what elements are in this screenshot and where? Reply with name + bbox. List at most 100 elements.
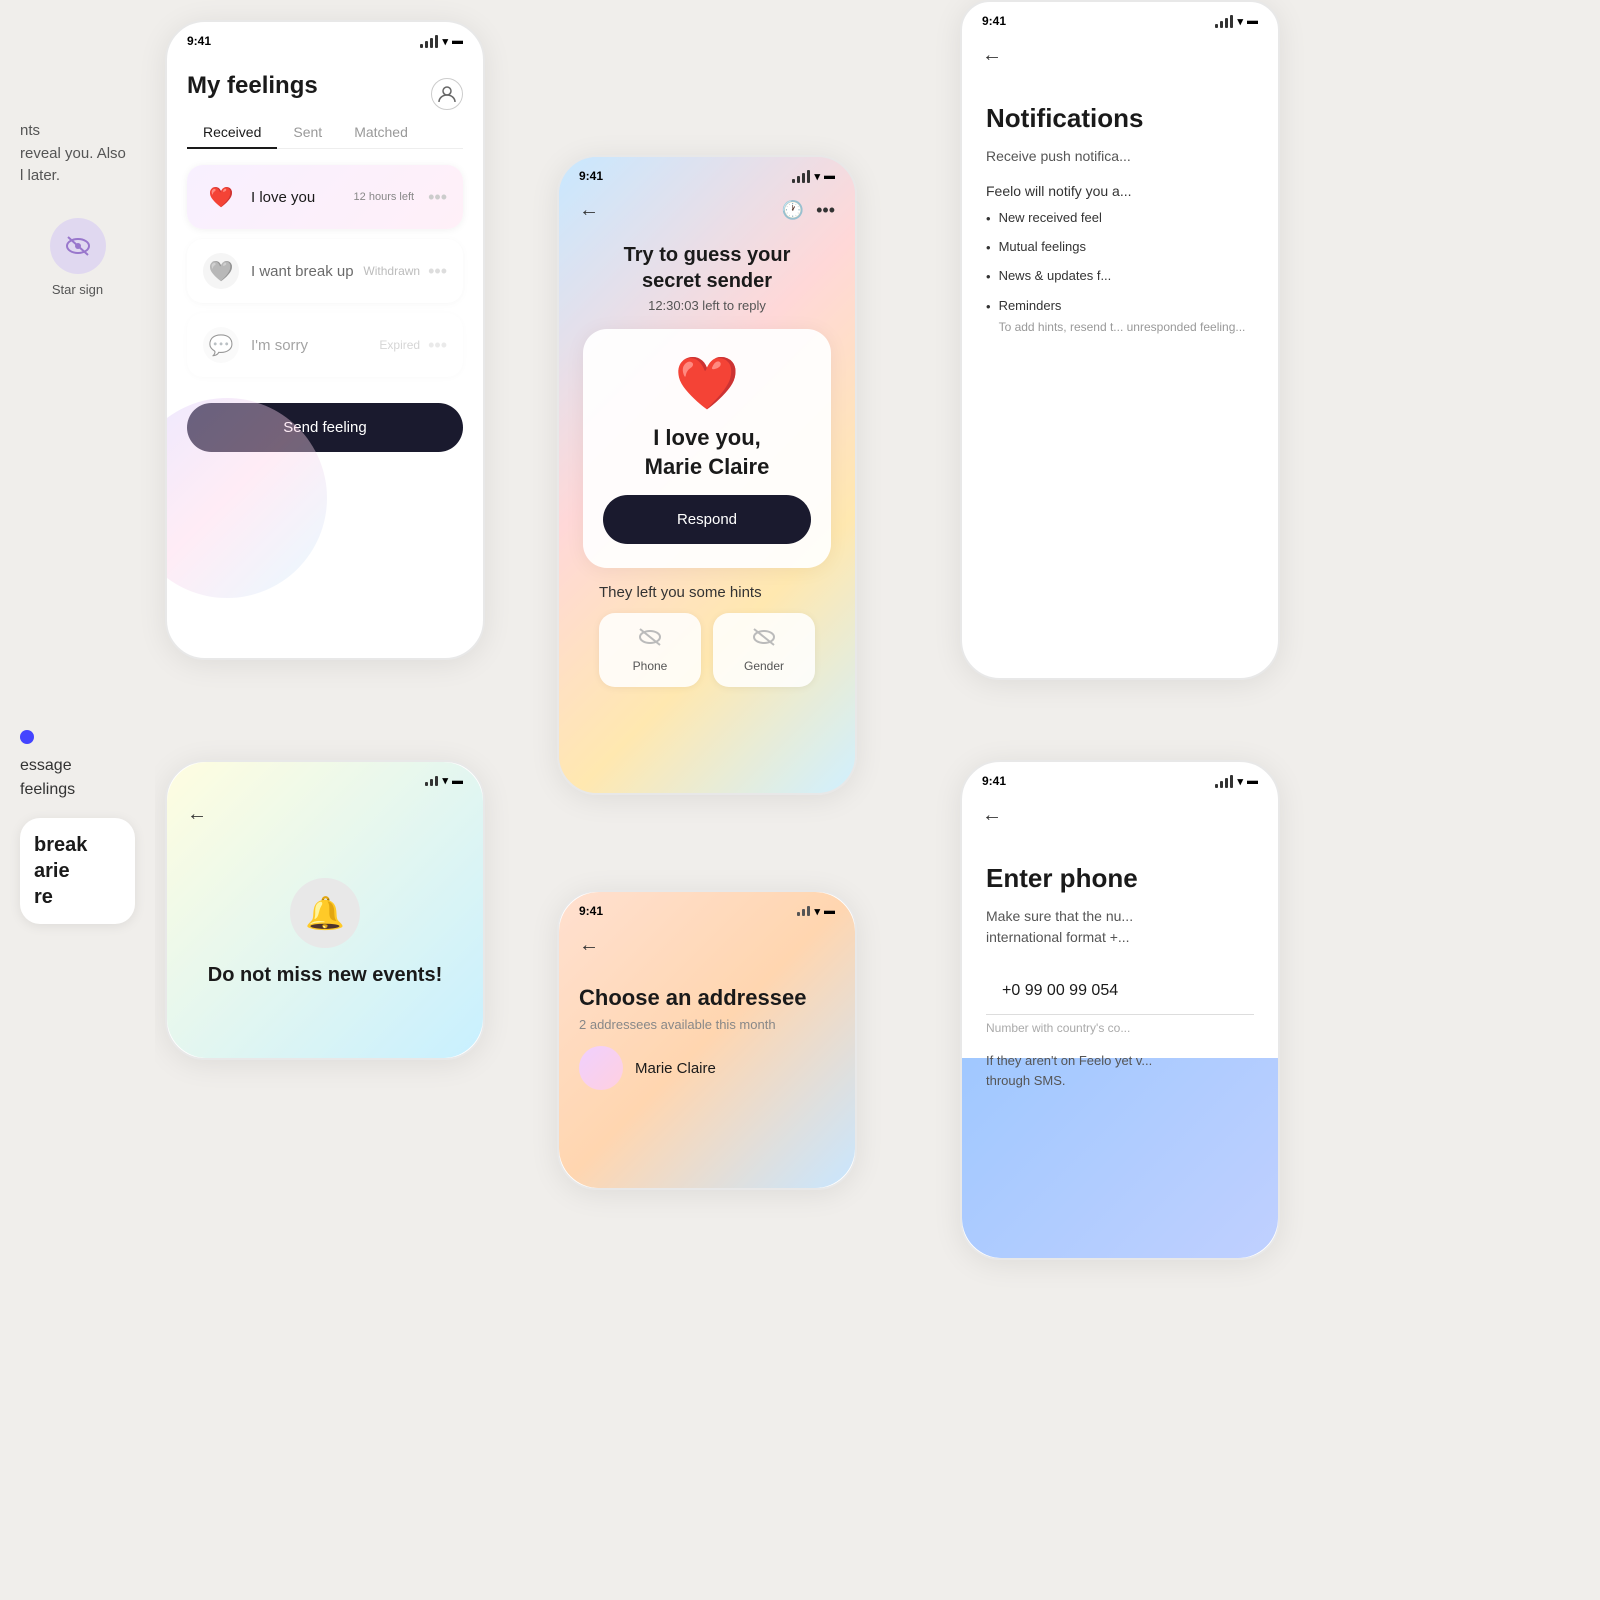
wifi-icon-5: ▾ — [814, 905, 820, 918]
notif-text-3: News & updates f... — [999, 267, 1112, 285]
feeling-item-love[interactable]: ❤️ I love you 12 hours left ••• — [187, 165, 463, 229]
battery-icon-3: ▬ — [1247, 15, 1258, 27]
notif-text-2: Mutual feelings — [999, 238, 1086, 256]
addressee-item[interactable]: Marie Claire — [579, 1046, 835, 1090]
back-button-2[interactable]: ← — [579, 199, 599, 222]
star-sign-label: Star sign — [52, 282, 103, 297]
battery-icon-5: ▬ — [824, 905, 835, 917]
phone-disclaimer: If they aren't on Feelo yet v... through… — [986, 1051, 1254, 1090]
feeling-emoji-breakup: 🩶 — [203, 253, 239, 289]
phone1-header: My feelings — [167, 52, 483, 116]
avatar-marie-claire — [579, 1046, 623, 1090]
wifi-icon-6: ▾ — [1237, 775, 1243, 788]
time-2: 9:41 — [579, 169, 603, 183]
feeling-text-love: I love you — [251, 189, 354, 206]
blue-dot — [20, 730, 34, 744]
hint-phone-label: Phone — [613, 659, 687, 673]
status-bar-2: 9:41 ▾ ▬ — [559, 157, 855, 187]
status-icons-1: ▾ ▬ — [420, 35, 463, 48]
signal-icon-4 — [425, 776, 438, 786]
status-bar-1: 9:41 ▾ ▬ — [167, 22, 483, 52]
respond-button[interactable]: Respond — [603, 495, 811, 544]
feeling-status-breakup: Withdrawn — [363, 264, 420, 278]
feeling-dots-breakup[interactable]: ••• — [428, 261, 447, 282]
feeling-dots-sorry[interactable]: ••• — [428, 335, 447, 356]
phone-bell-notification: ▾ ▬ ← 🔔 Do not miss new events! — [165, 760, 485, 1060]
notif-subtitle: Receive push notifica... — [986, 146, 1254, 167]
star-sign-item: Star sign — [20, 218, 135, 297]
status-icons-6: ▾ ▬ — [1215, 775, 1258, 788]
notif-reminder: To add hints, resend t... unresponded fe… — [999, 319, 1246, 336]
phone-my-feelings: 9:41 ▾ ▬ My feelings Received Sent Match… — [165, 20, 485, 660]
enter-phone-title: Enter phone — [986, 863, 1254, 894]
back-button-6[interactable]: ← — [982, 804, 1002, 827]
phone1-content: Received Sent Matched ❤️ I love you 12 h… — [167, 116, 483, 452]
tab-sent[interactable]: Sent — [277, 116, 338, 148]
status-bar-3: 9:41 ▾ ▬ — [962, 2, 1278, 32]
battery-icon-4: ▬ — [452, 775, 463, 787]
phone5-content: Choose an addressee 2 addressees availab… — [559, 969, 855, 1106]
phone6-content: Enter phone Make sure that the nu... int… — [962, 839, 1278, 1106]
nav-row-3: ← — [962, 32, 1278, 79]
phone-notifications: 9:41 ▾ ▬ ← Notifications Receive push no… — [960, 0, 1280, 680]
tab-received[interactable]: Received — [187, 116, 277, 148]
profile-icon[interactable] — [431, 78, 463, 110]
hidden-icon — [50, 218, 106, 274]
phone-choose-addressee: 9:41 ▾ ▬ ← Choose an addressee 2 address… — [557, 890, 857, 1190]
time-3: 9:41 — [982, 14, 1006, 28]
time-left-love: 12 hours left — [354, 191, 415, 203]
hint-gender-label: Gender — [727, 659, 801, 673]
hint-gender[interactable]: Gender — [713, 613, 815, 687]
back-button-4[interactable]: ← — [187, 803, 207, 826]
hints-grid: Phone Gender — [599, 613, 815, 687]
phone3-content: Notifications Receive push notifica... F… — [962, 79, 1278, 362]
feeling-emoji-love: ❤️ — [203, 179, 239, 215]
hint-phone-icon — [613, 627, 687, 653]
battery-icon-6: ▬ — [1247, 775, 1258, 787]
status-icons-4: ▾ ▬ — [425, 774, 463, 787]
notif-item-4: • Reminders To add hints, resend t... un… — [986, 297, 1254, 336]
bell-icon: 🔔 — [305, 894, 345, 932]
send-feeling-button[interactable]: Send feeling — [187, 403, 463, 452]
feeling-status-sorry: Expired — [379, 338, 420, 352]
break-title: break arie re — [34, 832, 121, 910]
time-6: 9:41 — [982, 774, 1006, 788]
notif-text-4: Reminders — [999, 298, 1062, 313]
status-bar-4: ▾ ▬ — [167, 762, 483, 791]
tab-matched[interactable]: Matched — [338, 116, 424, 148]
wifi-icon-2: ▾ — [814, 170, 820, 183]
back-button-5[interactable]: ← — [579, 934, 599, 957]
notif-intro: Feelo will notify you a... — [986, 183, 1254, 199]
message-card: ❤️ I love you, Marie Claire Respond — [583, 329, 831, 568]
nav-row-5: ← — [559, 922, 855, 969]
back-button-3[interactable]: ← — [982, 44, 1002, 67]
left-bottom-text: essage feelings — [20, 754, 135, 802]
notif-title: Notifications — [986, 103, 1254, 134]
hints-section: They left you some hints Phone — [579, 568, 835, 687]
status-icons-5: ▾ ▬ — [797, 905, 835, 918]
page-title-feelings: My feelings — [187, 72, 318, 100]
feeling-emoji-sorry: 💬 — [203, 327, 239, 363]
feeling-dots-love[interactable]: ••• — [428, 187, 447, 208]
break-card: break arie re — [20, 818, 135, 924]
nav-row-4: ← — [167, 791, 483, 838]
phone2-content: Try to guess your secret sender 12:30:03… — [559, 242, 855, 687]
signal-icon-5 — [797, 906, 810, 916]
notif-text-4-wrapper: Reminders To add hints, resend t... unre… — [999, 297, 1246, 336]
message-text: I love you, Marie Claire — [603, 424, 811, 481]
history-icon[interactable]: 🕐 — [782, 200, 804, 221]
nav-icons-2: 🕐 ••• — [782, 200, 835, 221]
feeling-item-sorry[interactable]: 💬 I'm sorry Expired ••• — [187, 313, 463, 377]
heart-big-icon: ❤️ — [603, 353, 811, 414]
left-bottom-panel: essage feelings break arie re — [0, 700, 155, 1200]
phone-enter-phone: 9:41 ▾ ▬ ← Enter phone Make sure that th… — [960, 760, 1280, 1260]
more-icon[interactable]: ••• — [816, 200, 835, 221]
hint-phone[interactable]: Phone — [599, 613, 701, 687]
dont-miss-title: Do not miss new events! — [208, 964, 443, 987]
wifi-icon-3: ▾ — [1237, 15, 1243, 28]
feeling-item-breakup[interactable]: 🩶 I want break up Withdrawn ••• — [187, 239, 463, 303]
time-1: 9:41 — [187, 34, 211, 48]
nav-row-2: ← 🕐 ••• — [559, 187, 855, 234]
phone-input[interactable] — [986, 968, 1254, 1015]
signal-icon-6 — [1215, 775, 1233, 788]
